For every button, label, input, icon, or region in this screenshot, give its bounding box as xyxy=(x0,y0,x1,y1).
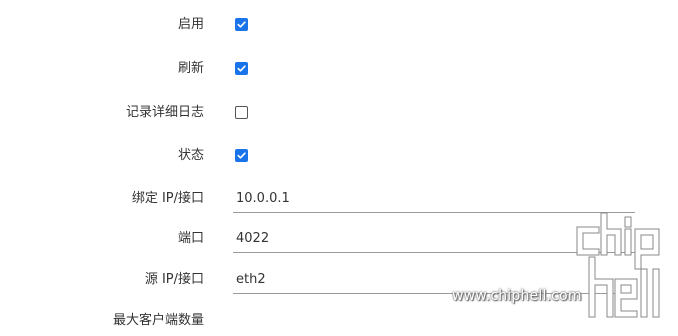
check-icon xyxy=(237,21,246,28)
bind-ip-input[interactable] xyxy=(233,184,635,213)
port-label: 端口 xyxy=(177,231,204,246)
chiphell-watermark-logo xyxy=(576,212,660,318)
enable-checkbox[interactable] xyxy=(235,18,248,31)
verbose-log-label: 记录详细日志 xyxy=(125,105,204,120)
status-label: 状态 xyxy=(177,148,204,163)
watermark-text: www.chiphell.com xyxy=(452,288,582,304)
refresh-label: 刷新 xyxy=(177,61,204,76)
status-checkbox[interactable] xyxy=(235,149,248,162)
enable-row: 启用 xyxy=(0,10,678,40)
verbose-log-checkbox[interactable] xyxy=(235,106,248,119)
refresh-row: 刷新 xyxy=(0,54,678,84)
source-ip-label: 源 IP/接口 xyxy=(144,272,204,287)
enable-label: 启用 xyxy=(177,17,204,32)
status-row: 状态 xyxy=(0,141,678,171)
check-icon xyxy=(237,152,246,159)
verbose-log-row: 记录详细日志 xyxy=(0,98,678,128)
check-icon xyxy=(237,65,246,72)
bind-ip-label: 绑定 IP/接口 xyxy=(131,191,204,206)
refresh-checkbox[interactable] xyxy=(235,62,248,75)
